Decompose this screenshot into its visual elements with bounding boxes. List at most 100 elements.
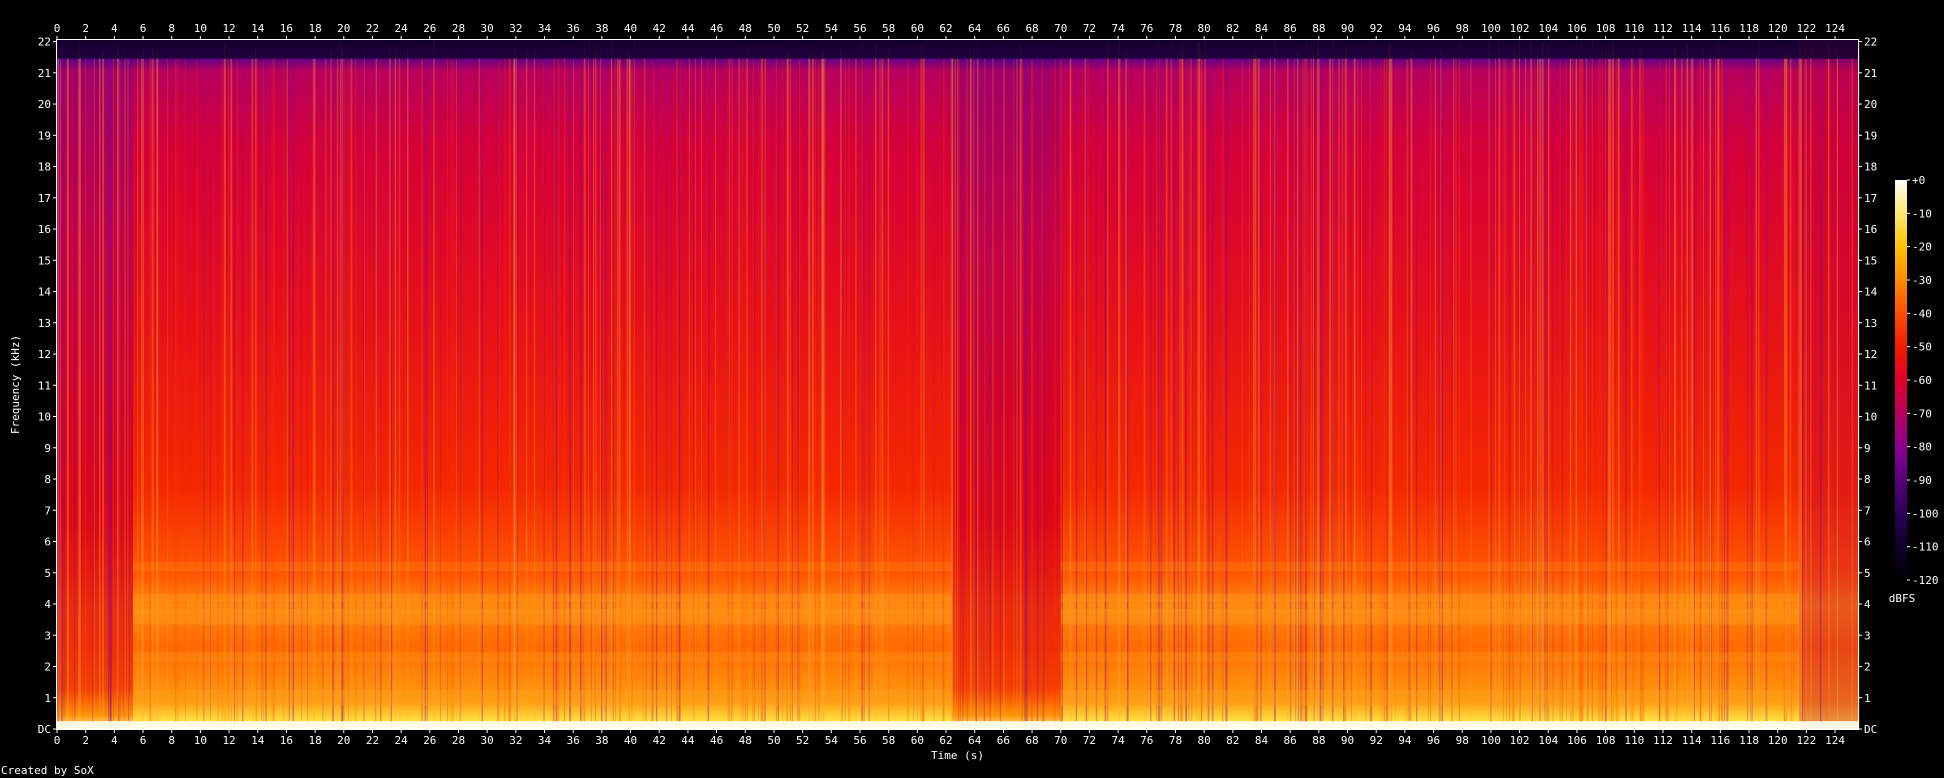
spectrum-streak — [616, 56, 618, 730]
colorbar-tick-label: -20 — [1912, 241, 1932, 254]
spectrum-streak — [119, 41, 121, 730]
spectrum-streak — [1016, 55, 1018, 729]
spectrum-streak — [93, 49, 95, 730]
x-tick-label-bottom: 74 — [1111, 734, 1125, 747]
spectrum-streak — [1041, 51, 1043, 729]
spectrum-streak — [855, 52, 857, 730]
spectrum-streak — [74, 58, 76, 729]
spectrum-streak — [1416, 42, 1418, 730]
spectrum-streak — [455, 42, 457, 730]
spectrum-streak — [1030, 57, 1033, 729]
spectrum-streak — [601, 54, 603, 730]
spectrum-streak — [1254, 46, 1257, 730]
spectrum-streak — [1667, 49, 1669, 729]
spectrum-streak — [1783, 43, 1785, 730]
spectrum-streak — [1248, 51, 1250, 729]
x-tick-label-bottom: 20 — [337, 734, 350, 747]
spectrum-streak — [109, 44, 112, 730]
spectrum-streak — [227, 55, 230, 729]
spectrum-streak — [1750, 44, 1752, 729]
y-tick-label-right: 7 — [1864, 504, 1871, 517]
y-tick-label-left: 21 — [38, 67, 51, 80]
spectrum-streak — [1054, 41, 1056, 730]
x-tick-label-top: 48 — [739, 22, 752, 35]
x-tick-label-bottom: 40 — [624, 734, 637, 747]
spectrum-streak — [421, 44, 423, 730]
spectrum-streak — [307, 58, 308, 730]
spectrum-streak — [782, 59, 784, 730]
spectrum-streak — [731, 56, 733, 730]
spectrum-streak — [610, 40, 613, 730]
y-tick-label-right: 5 — [1864, 567, 1871, 580]
x-tick-label-top: 58 — [882, 22, 895, 35]
y-tick-label-right: 2 — [1864, 661, 1871, 674]
x-tick-label-top: 24 — [395, 22, 409, 35]
x-tick-label-bottom: 38 — [595, 734, 608, 747]
tonal-band — [1060, 608, 1800, 625]
x-tick-label-top: 64 — [968, 22, 982, 35]
spectrum-streak — [1552, 44, 1554, 730]
spectrum-streak — [439, 49, 441, 730]
x-axis-label: Time (s) — [931, 749, 984, 762]
spectrum-streak — [912, 51, 914, 729]
spectrum-streak — [1575, 58, 1578, 729]
spectrum-streak — [584, 41, 586, 730]
spectrum-streak — [1319, 56, 1322, 730]
spectrum-streak — [1544, 57, 1546, 730]
spectrum-streak — [1222, 52, 1224, 730]
spectrum-streak — [1429, 53, 1432, 729]
spectrum-streak — [605, 55, 607, 729]
x-tick-label-top: 78 — [1169, 22, 1182, 35]
spectrum-streak — [1118, 40, 1120, 730]
spectrum-streak — [1043, 44, 1045, 730]
x-tick-label-bottom: 10 — [194, 734, 207, 747]
x-tick-label-top: 98 — [1456, 22, 1469, 35]
spectrum-streak — [149, 54, 152, 730]
x-tick-label-bottom: 92 — [1370, 734, 1383, 747]
spectrum-streak — [760, 53, 763, 730]
spectrum-streak — [701, 46, 703, 729]
spectrum-streak — [1143, 55, 1146, 730]
spectrum-streak — [1297, 41, 1300, 729]
spectrum-streak — [1438, 49, 1441, 730]
spectrum-streak — [1721, 57, 1722, 730]
x-tick-label-top: 76 — [1140, 22, 1153, 35]
colorbar-tick-label: -100 — [1912, 507, 1939, 520]
x-tick-label-top: 10 — [194, 22, 207, 35]
x-tick-label-top: 44 — [681, 22, 695, 35]
spectrum-streak — [1155, 42, 1158, 729]
spectrum-streak — [1827, 43, 1830, 730]
spectrum-streak — [210, 46, 211, 729]
spectrum-streak — [1836, 49, 1839, 729]
spectrum-streak — [452, 52, 454, 729]
spectrum-streak — [516, 49, 518, 730]
tonal-band — [1060, 652, 1800, 662]
spectrum-streak — [863, 53, 865, 729]
spectrum-streak — [1365, 57, 1367, 729]
spectrum-streak — [1548, 43, 1550, 730]
spectrum-streak — [261, 59, 263, 729]
x-tick-label-top: 116 — [1710, 22, 1730, 35]
x-tick-label-top: 120 — [1768, 22, 1788, 35]
spectrum-streak — [1310, 43, 1313, 729]
spectrum-streak — [497, 54, 499, 729]
spectrum-streak — [1785, 57, 1788, 729]
x-tick-label-top: 56 — [853, 22, 866, 35]
x-tick-label-bottom: 2 — [82, 734, 89, 747]
y-tick-label-right: 14 — [1864, 286, 1878, 299]
spectrum-streak — [255, 53, 258, 729]
spectrum-streak — [1810, 45, 1812, 729]
spectrum-streak — [331, 51, 333, 730]
spectrum-streak — [1642, 58, 1645, 730]
x-tick-label-top: 26 — [423, 22, 436, 35]
x-tick-label-top: 20 — [337, 22, 350, 35]
spectrum-streak — [394, 44, 397, 729]
spectrum-streak — [746, 51, 748, 730]
x-tick-label-bottom: 70 — [1054, 734, 1067, 747]
spectrum-streak — [1591, 40, 1594, 730]
spectrum-streak — [223, 45, 226, 729]
x-tick-label-bottom: 106 — [1567, 734, 1587, 747]
spectrum-streak — [1702, 43, 1704, 730]
x-tick-label-top: 124 — [1825, 22, 1845, 35]
spectrum-streak — [1798, 42, 1801, 729]
